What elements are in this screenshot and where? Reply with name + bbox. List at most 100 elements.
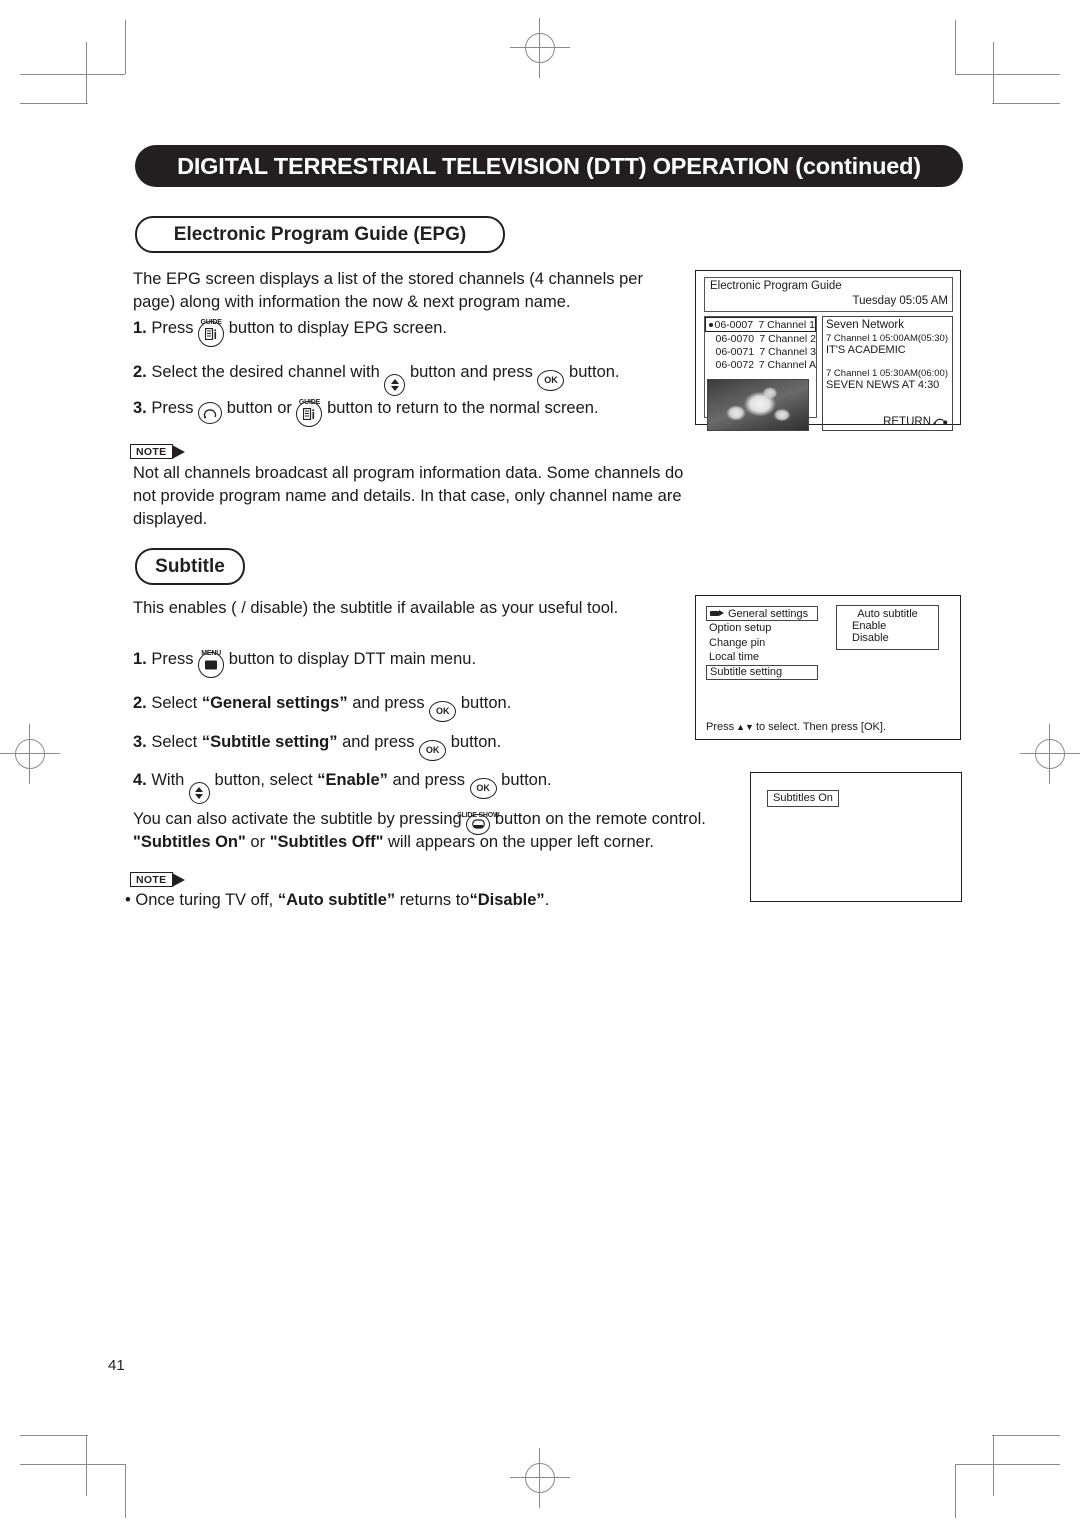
epg-channel-row[interactable]: 06-0007 7 Channel 1: [705, 317, 816, 332]
general-settings-footer-hint: Press ▲▼ to select. Then press [OK].: [706, 721, 886, 733]
crop-mark-top-right: [940, 20, 1060, 140]
epg-intro-paragraph: The EPG screen displays a list of the st…: [133, 268, 685, 314]
epg-step-2-post: button.: [569, 363, 620, 381]
ok-button-icon-4: OK: [469, 778, 497, 799]
epg-preview-thumbnail: [707, 379, 809, 431]
return-arrow-glyph: [204, 409, 217, 419]
subtitle-step-4-post: button.: [501, 771, 552, 789]
gs-menu-item-change-pin[interactable]: Change pin: [706, 636, 818, 651]
section-heading-subtitle: Subtitle: [135, 548, 245, 585]
subtitle-intro-paragraph: This enables ( / disable) the subtitle i…: [133, 597, 693, 620]
updown-arrows-icon: ▲▼: [736, 722, 754, 732]
auto-subtitle-submenu: Auto subtitle Enable Disable: [836, 605, 939, 650]
ok-icon-circle-2: OK: [429, 701, 457, 722]
epg-note-paragraph: Not all channels broadcast all program i…: [133, 462, 688, 531]
ok-button-icon-2: OK: [429, 701, 457, 722]
subtitle-step-3-quoted: “Subtitle setting”: [201, 733, 338, 751]
gs-menu-item-general-settings[interactable]: General settings: [706, 606, 818, 621]
subtitle-step-3: 3. Select “Subtitle setting” and press O…: [133, 731, 693, 761]
auto-subtitle-title: Auto subtitle: [857, 608, 918, 620]
epg-program-name: SEVEN NEWS AT 4:30: [826, 379, 940, 391]
epg-return-label: RETURN: [883, 416, 931, 428]
guide-button-icon: GUIDE: [198, 319, 225, 347]
subtitle-step-2-quoted: “General settings”: [201, 694, 348, 712]
guide-button-caption: GUIDE: [200, 319, 222, 326]
gs-menu-item-local-time[interactable]: Local time: [706, 650, 818, 665]
subtitle-extra-text-b: button on the remote control.: [494, 810, 706, 828]
epg-channel-number: 06-0070: [715, 332, 755, 345]
epg-step-2-number: 2.: [133, 363, 147, 381]
epg-bullet-placeholder-icon: [710, 363, 714, 367]
subtitle-step-4-quoted: “Enable”: [317, 771, 388, 789]
epg-step-2-pre: Select the desired channel with: [151, 363, 380, 381]
registration-mark-left-middle: [0, 724, 60, 784]
epg-channel-name: 7 Channel 3: [759, 345, 816, 358]
epg-step-3-number: 3.: [133, 399, 147, 417]
gs-menu-item-label: General settings: [728, 607, 809, 620]
page-number: 41: [108, 1357, 125, 1374]
subtitle-step-2: 2. Select “General settings” and press O…: [133, 692, 693, 722]
subtitle-step-1: 1. Press MENU button to display DTT main…: [133, 648, 693, 678]
subtitle-step-4-number: 4.: [133, 771, 147, 789]
epg-network-name: Seven Network: [826, 319, 904, 331]
slideshow-button-caption: SLIDE SHOW: [457, 812, 500, 819]
epg-step-1-pre: Press: [151, 319, 194, 337]
gs-menu-item-label: Option setup: [709, 622, 772, 635]
ok-button-icon-3: OK: [419, 740, 447, 761]
epg-channel-row[interactable]: 06-0070 7 Channel 2: [705, 332, 817, 345]
epg-screen-datetime: Tuesday 05:05 AM: [852, 295, 948, 307]
epg-step-1-number: 1.: [133, 319, 147, 337]
gs-menu-item-label: Local time: [709, 651, 760, 664]
subtitle-step-3-mid: and press: [342, 733, 415, 751]
crop-mark-top-left: [20, 20, 140, 140]
subtitle-step-4-mid: button, select: [214, 771, 313, 789]
subtitle-step-4: 4. With button, select “Enable” and pres…: [133, 769, 693, 804]
subtitle-step-1-number: 1.: [133, 650, 147, 668]
subtitle-extra-text-a: You can also activate the subtitle by pr…: [133, 810, 462, 828]
gs-menu-item-label: Change pin: [709, 636, 766, 649]
subtitle-step-3-number: 3.: [133, 733, 147, 751]
auto-subtitle-option-enable[interactable]: Enable: [837, 620, 938, 632]
pointer-arrow-icon: [710, 610, 725, 617]
registration-mark-bottom-center: [510, 1448, 570, 1508]
epg-channel-name: 7 Channel 2: [759, 332, 816, 345]
epg-step-1: 1. Press GUIDE button to display EPG scr…: [133, 317, 693, 347]
subtitle-intro-text: This enables ( / disable) the subtitle i…: [133, 599, 619, 617]
epg-intro-text: The EPG screen displays a list of the st…: [133, 270, 643, 311]
subtitle-note-period: .: [544, 891, 550, 909]
epg-step-2-mid: button and press: [409, 363, 533, 381]
section-heading-epg-text: Electronic Program Guide (EPG): [173, 223, 467, 245]
return-arrow-icon: [933, 418, 948, 426]
ok-icon-circle-4: OK: [469, 778, 497, 799]
subtitle-note-paragraph: • Once turing TV off, “Auto subtitle” re…: [125, 889, 695, 912]
subtitle-extra-line-2: "Subtitles On" or "Subtitles Off" will a…: [133, 831, 713, 854]
updown-button-icon: [384, 374, 406, 396]
return-icon-circle: [198, 402, 223, 424]
general-settings-menu: General settings Option setup Change pin…: [706, 606, 818, 680]
registration-mark-top-center: [510, 18, 570, 78]
subtitle-step-2-pre: Select: [151, 694, 198, 712]
subtitle-extra-tail: will appears on the upper left corner.: [388, 833, 655, 851]
epg-screen-illustration: Electronic Program Guide Tuesday 05:05 A…: [695, 270, 961, 431]
subtitle-step-1-pre: Press: [151, 650, 194, 668]
subtitle-note-bullet: •: [125, 891, 131, 909]
note-arrow-icon: [172, 444, 186, 459]
epg-channel-row[interactable]: 06-0071 7 Channel 3: [705, 345, 817, 358]
ok-icon-circle-3: OK: [419, 740, 447, 761]
epg-channel-row[interactable]: 06-0072 7 Channel A: [705, 358, 817, 371]
updown-icon-circle-2: [188, 782, 210, 804]
epg-channel-name: 7 Channel 1: [758, 318, 815, 331]
return-button-icon: [198, 402, 223, 424]
epg-step-3-mid: button or: [226, 399, 292, 417]
disable-label: “Disable”: [469, 891, 545, 909]
triangle-down-icon-2: [195, 794, 204, 799]
subtitle-note-text-a: Once turing TV off,: [135, 891, 274, 909]
gs-footer-pre: Press: [706, 721, 735, 733]
auto-subtitle-option-disable[interactable]: Disable: [837, 632, 938, 644]
gs-menu-item-option-setup[interactable]: Option setup: [706, 621, 818, 636]
gs-menu-item-subtitle-setting[interactable]: Subtitle setting: [706, 664, 818, 680]
epg-step-2: 2. Select the desired channel with butto…: [133, 361, 693, 396]
epg-channel-number: 06-0071: [715, 345, 755, 358]
subtitle-step-1-post: button to display DTT main menu.: [228, 650, 477, 668]
epg-step-3-post: button to return to the normal screen.: [327, 399, 599, 417]
